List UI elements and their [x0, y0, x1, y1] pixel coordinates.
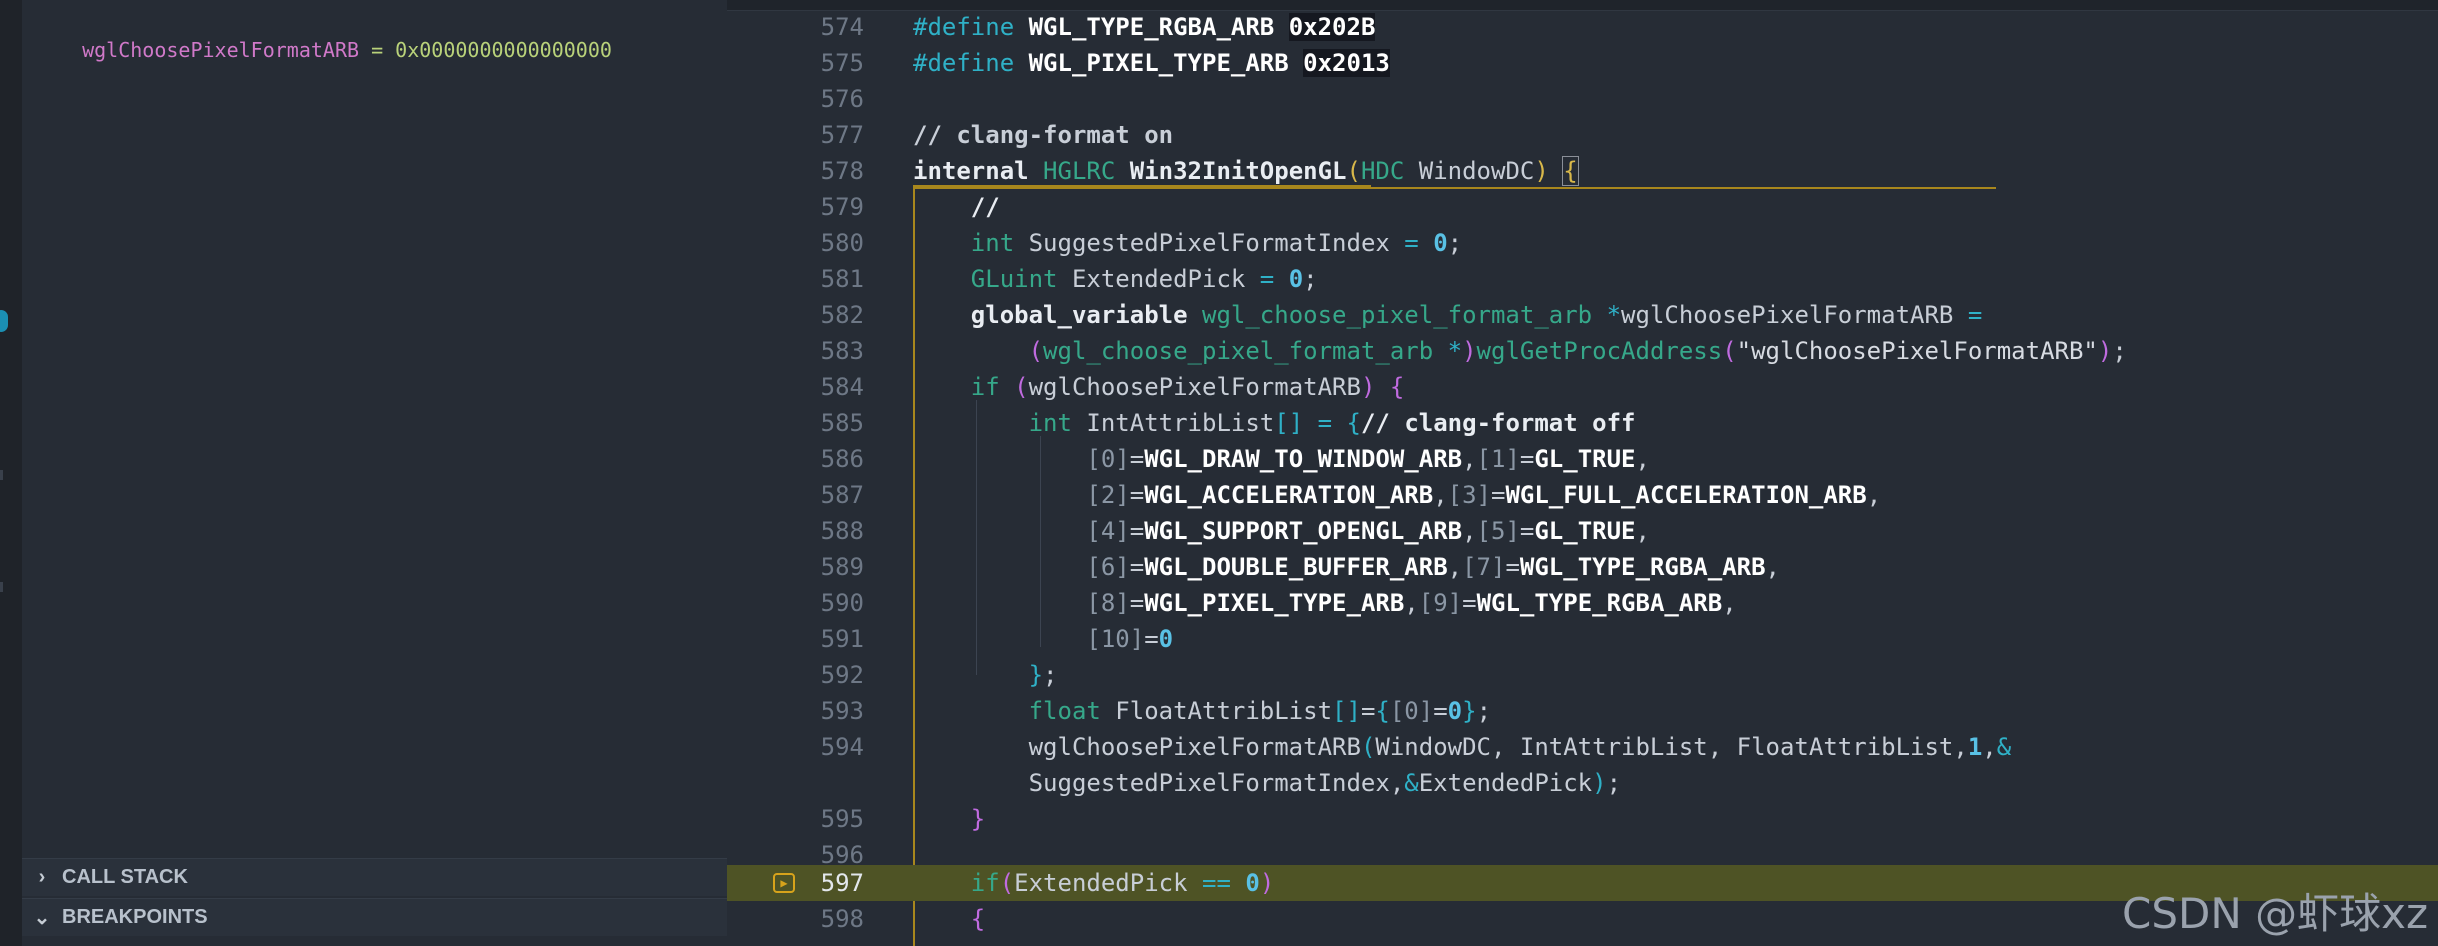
line-number: 590 — [820, 589, 864, 617]
debug-sidebar — [22, 0, 727, 946]
code-line[interactable]: SuggestedPixelFormatIndex,&ExtendedPick)… — [727, 765, 2438, 801]
line-number: 585 — [820, 409, 864, 437]
line-number: 581 — [820, 265, 864, 293]
line-number: 584 — [820, 373, 864, 401]
code-line[interactable]: 589 [6]=WGL_DOUBLE_BUFFER_ARB,[7]=WGL_TY… — [727, 549, 2438, 585]
code-line[interactable]: 580 int SuggestedPixelFormatIndex = 0; — [727, 225, 2438, 261]
code-line[interactable]: 591 [10]=0 — [727, 621, 2438, 657]
code-text: [8]=WGL_PIXEL_TYPE_ARB,[9]=WGL_TYPE_RGBA… — [1086, 589, 1737, 617]
code-text: float FloatAttribList[]={[0]=0}; — [1028, 697, 1492, 725]
variable-row[interactable]: wglChoosePixelFormatARB = 0x000000000000… — [58, 14, 612, 62]
code-line[interactable]: 579 // — [727, 189, 2438, 225]
code-line[interactable]: 584 if (wglChoosePixelFormatARB) { — [727, 369, 2438, 405]
line-number: 579 — [820, 193, 864, 221]
line-number: 598 — [820, 905, 864, 933]
code-text: { — [970, 905, 986, 933]
code-line[interactable]: 574 #define WGL_TYPE_RGBA_ARB 0x202B — [727, 9, 2438, 45]
code-line[interactable]: 576 — [727, 81, 2438, 117]
code-line[interactable]: 586 [0]=WGL_DRAW_TO_WINDOW_ARB,[1]=GL_TR… — [727, 441, 2438, 477]
code-text: [0]=WGL_DRAW_TO_WINDOW_ARB,[1]=GL_TRUE, — [1086, 445, 1650, 473]
code-text: // — [913, 193, 1000, 221]
watermark: CSDN @虾球xz — [2122, 889, 2428, 938]
call-stack-header[interactable]: › CALL STACK — [22, 858, 727, 896]
code-line[interactable]: 590 [8]=WGL_PIXEL_TYPE_ARB,[9]=WGL_TYPE_… — [727, 585, 2438, 621]
code-text: (wgl_choose_pixel_format_arb *)wglGetPro… — [1028, 337, 2127, 365]
code-line[interactable]: 582 global_variable wgl_choose_pixel_for… — [727, 297, 2438, 333]
call-stack-label: CALL STACK — [62, 866, 188, 888]
code-line[interactable]: 592 }; — [727, 657, 2438, 693]
code-line[interactable]: 575 #define WGL_PIXEL_TYPE_ARB 0x2013 — [727, 45, 2438, 81]
line-number: 577 — [820, 121, 864, 149]
line-number: 587 — [820, 481, 864, 509]
code-text: internal HGLRC Win32InitOpenGL(HDC Windo… — [913, 156, 1579, 186]
code-text: int SuggestedPixelFormatIndex = 0; — [970, 229, 1463, 257]
code-text: SuggestedPixelFormatIndex,&ExtendedPick)… — [913, 769, 1622, 797]
line-number: 592 — [820, 661, 864, 689]
code-line[interactable]: 594 wglChoosePixelFormatARB(WindowDC, In… — [727, 729, 2438, 765]
code-text: int IntAttribList[] = {// clang-format o… — [1028, 409, 1636, 437]
chevron-down-icon: ⌄ — [33, 907, 51, 929]
code-line[interactable]: 578 internal HGLRC Win32InitOpenGL(HDC W… — [727, 153, 2438, 189]
activity-bar — [0, 0, 22, 946]
code-text: [6]=WGL_DOUBLE_BUFFER_ARB,[7]=WGL_TYPE_R… — [1086, 553, 1780, 581]
code-line[interactable]: 588 [4]=WGL_SUPPORT_OPENGL_ARB,[5]=GL_TR… — [727, 513, 2438, 549]
code-editor[interactable]: 574 #define WGL_TYPE_RGBA_ARB 0x202B 575… — [727, 0, 2438, 946]
code-text: [10]=0 — [1086, 625, 1174, 653]
code-line[interactable]: 583 (wgl_choose_pixel_format_arb *)wglGe… — [727, 333, 2438, 369]
line-number: 580 — [820, 229, 864, 257]
code-text: [2]=WGL_ACCELERATION_ARB,[3]=WGL_FULL_AC… — [1086, 481, 1882, 509]
activity-tick-icon — [0, 470, 3, 480]
line-number: 591 — [820, 625, 864, 653]
code-text: wglChoosePixelFormatARB(WindowDC, IntAtt… — [913, 733, 2012, 761]
code-line[interactable]: 595 } — [727, 801, 2438, 837]
variable-value: 0x0000000000000000 — [395, 38, 612, 62]
code-text: [4]=WGL_SUPPORT_OPENGL_ARB,[5]=GL_TRUE, — [1086, 517, 1650, 545]
code-line[interactable]: 587 [2]=WGL_ACCELERATION_ARB,[3]=WGL_FUL… — [727, 477, 2438, 513]
line-number: 575 — [820, 49, 864, 77]
code-text: } — [970, 805, 986, 833]
debug-indicator-icon — [0, 310, 8, 332]
line-number: 574 — [820, 13, 864, 41]
line-number: 586 — [820, 445, 864, 473]
line-number: 576 — [820, 85, 864, 113]
line-number: 595 — [820, 805, 864, 833]
code-text: #define WGL_TYPE_RGBA_ARB 0x202B — [913, 13, 1376, 41]
variable-name: wglChoosePixelFormatARB — [82, 38, 360, 62]
line-number: 589 — [820, 553, 864, 581]
code-line[interactable]: 581 GLuint ExtendedPick = 0; — [727, 261, 2438, 297]
code-line[interactable]: 585 int IntAttribList[] = {// clang-form… — [727, 405, 2438, 441]
variable-separator: = — [359, 38, 396, 62]
breakpoints-label: BREAKPOINTS — [62, 906, 208, 928]
line-number: 578 — [820, 157, 864, 185]
code-text: GLuint ExtendedPick = 0; — [970, 265, 1318, 293]
chevron-right-icon: › — [38, 866, 46, 888]
code-text: #define WGL_PIXEL_TYPE_ARB 0x2013 — [913, 49, 1390, 77]
code-text: if(ExtendedPick == 0) — [970, 869, 1275, 897]
code-text: if (wglChoosePixelFormatARB) { — [970, 373, 1405, 401]
activity-tick-icon — [0, 582, 3, 592]
code-line[interactable]: 593 float FloatAttribList[]={[0]=0}; — [727, 693, 2438, 729]
code-text: }; — [1028, 661, 1058, 689]
line-number: 582 — [820, 301, 864, 329]
line-number: 597 — [820, 869, 864, 897]
breakpoints-header[interactable]: ⌄ BREAKPOINTS — [22, 898, 727, 936]
line-number: 594 — [820, 733, 864, 761]
line-number: 583 — [820, 337, 864, 365]
line-number: 588 — [820, 517, 864, 545]
code-line[interactable]: 577 // clang-format on — [727, 117, 2438, 153]
code-text: // clang-format on — [913, 121, 1174, 149]
line-number: 593 — [820, 697, 864, 725]
code-text: global_variable wgl_choose_pixel_format_… — [970, 301, 1983, 329]
